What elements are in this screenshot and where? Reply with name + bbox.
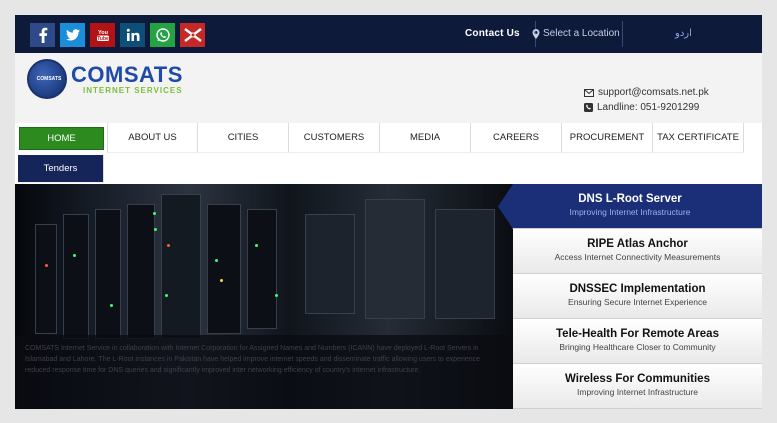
nav-customers[interactable]: CUSTOMERS [289,123,380,153]
site-header: COMSATS COMSATS INTERNET SERVICES suppor… [15,53,762,123]
hero-caption: COMSATS Internet Service in collaboratio… [15,335,513,409]
logo-subtitle: INTERNET SERVICES [83,85,183,95]
nav-tax-certificate[interactable]: TAX CERTIFICATE [653,123,744,153]
top-bar: You Tube Contact Us Select a Location ارد… [15,15,762,53]
nav-media[interactable]: MEDIA [380,123,471,153]
nav-home[interactable]: HOME [19,127,104,150]
location-select[interactable]: Select a Location [532,28,620,39]
contact-info: support@comsats.net.pk Landline: 051-920… [584,85,709,115]
nav-about-us[interactable]: ABOUT US [107,123,198,153]
whatsapp-icon[interactable] [150,23,175,47]
slide-tab-ripe-atlas[interactable]: RIPE Atlas Anchor Access Internet Connec… [513,229,762,274]
linkedin-icon[interactable] [120,23,145,47]
globe-logo-icon: COMSATS [27,59,67,99]
comsats-logo[interactable]: COMSATS COMSATS INTERNET SERVICES [27,59,183,99]
map-pin-icon [532,28,540,39]
phone-icon [584,103,593,112]
nav-procurement[interactable]: PROCUREMENT [562,123,653,153]
svg-text:Tube: Tube [97,36,109,42]
slide-title: RIPE Atlas Anchor [587,238,688,250]
support-email-link[interactable]: support@comsats.net.pk [598,85,709,100]
logo-title: COMSATS [71,61,183,87]
slide-subtitle: Access Internet Connectivity Measurement… [554,252,721,262]
landline: Landline: 051-9201299 [597,102,700,113]
twitter-icon[interactable] [60,23,85,47]
main-nav: HOME ABOUT US CITIES CUSTOMERS MEDIA CAR… [15,123,762,185]
divider [622,21,623,47]
nav-cities[interactable]: CITIES [198,123,289,153]
slide-title: DNSSEC Implementation [569,283,706,295]
youtube-icon[interactable]: You Tube [90,23,115,47]
facebook-icon[interactable] [30,23,55,47]
slide-subtitle: Improving Internet Infrastructure [569,207,691,217]
slide-tab-dns-l-root[interactable]: DNS L-Root Server Improving Internet Inf… [498,184,762,229]
location-label: Select a Location [543,28,620,39]
slide-title: DNS L-Root Server [578,193,682,205]
close-x-icon[interactable] [180,23,205,47]
slide-subtitle: Bringing Healthcare Closer to Community [559,342,716,352]
envelope-icon [584,88,594,97]
contact-us-link[interactable]: Contact Us [465,28,520,39]
slide-tab-tele-health[interactable]: Tele-Health For Remote Areas Bringing He… [513,319,762,364]
urdu-language-link[interactable]: اردو [675,28,692,39]
slide-tab-wireless[interactable]: Wireless For Communities Improving Inter… [513,364,762,409]
slide-title: Wireless For Communities [565,373,710,385]
nav-careers[interactable]: CAREERS [471,123,562,153]
slide-subtitle: Improving Internet Infrastructure [577,387,698,397]
slide-title: Tele-Health For Remote Areas [556,328,719,340]
slide-tab-dnssec[interactable]: DNSSEC Implementation Ensuring Secure In… [513,274,762,319]
nav-tenders[interactable]: Tenders [18,155,104,183]
slide-subtitle: Ensuring Secure Internet Experience [568,297,707,307]
hero-slider: COMSATS Internet Service in collaboratio… [15,184,762,409]
slide-tabs: DNS L-Root Server Improving Internet Inf… [498,184,762,409]
